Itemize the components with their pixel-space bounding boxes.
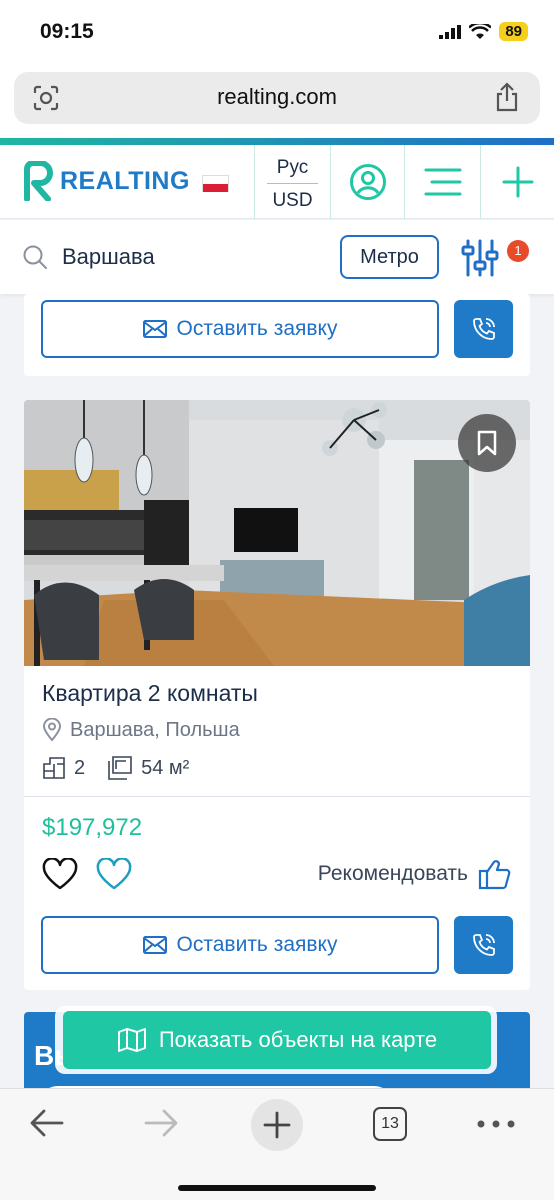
request-button-label: Оставить заявку: [176, 933, 338, 956]
thumbs-up-icon: [478, 860, 511, 890]
plus-icon: [502, 166, 533, 198]
hamburger-icon: [424, 168, 461, 196]
more-icon[interactable]: [476, 1119, 516, 1129]
previous-listing-card: Оставить заявку: [24, 294, 530, 376]
request-button-label: Оставить заявку: [176, 317, 338, 340]
request-button[interactable]: Оставить заявку: [41, 300, 439, 358]
tabs-button[interactable]: 13: [373, 1107, 407, 1141]
address-bar[interactable]: realting.com: [14, 72, 540, 124]
url-text[interactable]: realting.com: [14, 84, 540, 110]
language-label: Рус: [267, 157, 318, 184]
call-button[interactable]: [454, 916, 513, 974]
plus-icon: [263, 1111, 291, 1139]
search-bar: Варшава Метро 1: [0, 220, 554, 294]
show-on-map-label: Показать объекты на карте: [158, 1027, 438, 1052]
bookmark-icon: [477, 430, 497, 456]
recommend-button[interactable]: Рекомендовать: [318, 858, 512, 890]
listing-card[interactable]: Квартира 2 комнаты Варшава, Польша 2 54 …: [24, 400, 530, 990]
rooms-icon: [43, 757, 65, 779]
apartment-interior-image: [24, 400, 530, 666]
currency-label: USD: [272, 190, 313, 211]
brand-name: REALTING: [60, 166, 190, 195]
language-currency-switcher[interactable]: Рус USD: [254, 145, 330, 219]
battery-indicator: 89: [499, 22, 528, 41]
rooms-count: 2: [74, 756, 86, 779]
map-icon: [117, 1028, 146, 1052]
realting-logo[interactable]: REALTING: [22, 161, 190, 201]
metro-button[interactable]: Метро: [340, 235, 439, 279]
webpage: REALTING Рус USD Варшава Метро 1 Оставит…: [0, 138, 554, 1088]
call-button[interactable]: [454, 300, 513, 358]
location-pin-icon: [42, 718, 62, 742]
listing-location: Варшава, Польша: [42, 718, 240, 742]
poland-flag-icon[interactable]: [202, 175, 229, 192]
envelope-icon: [142, 936, 167, 954]
back-arrow-icon[interactable]: [28, 1103, 66, 1143]
listing-price: $197,972: [42, 814, 143, 841]
add-listing-button[interactable]: [480, 145, 554, 219]
heart-icon[interactable]: [42, 858, 78, 890]
show-on-map-button[interactable]: Показать объекты на карте: [63, 1011, 491, 1069]
wifi-icon: [469, 23, 492, 39]
search-input[interactable]: Варшава: [62, 244, 155, 270]
location-text: Варшава, Польша: [70, 718, 240, 741]
heart-compare-icon[interactable]: [96, 858, 132, 890]
filter-icon[interactable]: [460, 238, 500, 278]
status-time: 09:15: [40, 20, 94, 43]
user-icon: [349, 164, 386, 200]
account-button[interactable]: [330, 145, 404, 219]
search-icon: [23, 245, 47, 269]
status-bar: 09:15 89: [0, 0, 554, 66]
area-icon: [108, 756, 132, 780]
bookmark-button[interactable]: [458, 414, 516, 472]
forward-arrow-icon[interactable]: [142, 1103, 180, 1143]
menu-button[interactable]: [404, 145, 480, 219]
phone-icon: [472, 934, 495, 956]
listing-photo[interactable]: [24, 400, 530, 666]
realting-logo-icon: [24, 161, 53, 201]
site-header: REALTING Рус USD: [0, 145, 554, 219]
area-value: 54 м²: [141, 756, 190, 779]
envelope-icon: [142, 320, 167, 338]
favorite-actions: [42, 858, 132, 890]
request-button[interactable]: Оставить заявку: [41, 916, 439, 974]
top-gradient-bar: [0, 138, 554, 145]
recommend-label: Рекомендовать: [317, 862, 468, 885]
show-on-map-wrapper: Показать объекты на карте: [55, 1006, 497, 1074]
browser-toolbar: 13: [0, 1088, 554, 1200]
status-icons: 89: [439, 22, 528, 41]
phone-icon: [472, 318, 495, 340]
cellular-signal-icon: [439, 24, 462, 39]
new-tab-button[interactable]: [251, 1099, 303, 1151]
share-icon[interactable]: [494, 82, 520, 112]
divider: [24, 796, 530, 797]
home-indicator: [178, 1185, 376, 1191]
listing-title[interactable]: Квартира 2 комнаты: [42, 680, 258, 707]
listing-specs: 2 54 м²: [42, 755, 189, 781]
filter-count-badge: 1: [507, 240, 529, 262]
